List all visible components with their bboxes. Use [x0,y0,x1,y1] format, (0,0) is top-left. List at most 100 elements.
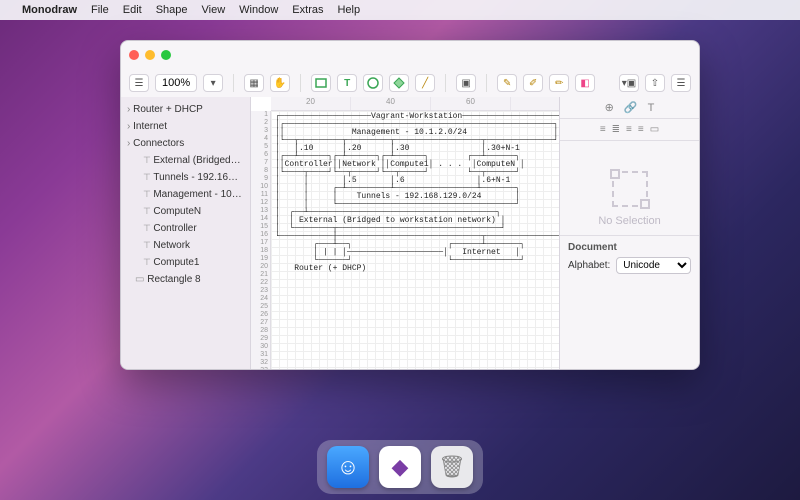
toolbar-separator [445,74,446,92]
toolbar: ☰ 100% ▾ ▦ ✋ T ╱ ▣ ✎ ✐ ✏ ◧ ▾▣ [121,69,699,97]
ruler-v-tick: 22 [251,279,270,287]
window-body: Router + DHCPInternetConnectorsExternal … [121,97,699,369]
sidebar-item[interactable]: Rectangle 8 [121,271,250,288]
zoom-level[interactable]: 100% [155,74,197,92]
ruler-horizontal: 20 40 60 [271,97,559,111]
sidebar-item[interactable]: Network [121,237,250,254]
select-tool[interactable]: ▦ [244,74,264,92]
sidebar-item[interactable]: ComputeN [121,203,250,220]
ruler-v-tick: 16 [251,231,270,239]
ruler-v-tick: 6 [251,151,270,159]
ruler-v-tick: 32 [251,359,270,367]
inspector-toggle-button[interactable]: ☰ [671,74,691,92]
zoom-stepper[interactable]: ▾ [203,74,223,92]
macos-dock: ☺ ◆ 🗑 [317,440,483,494]
ruler-v-tick: 26 [251,311,270,319]
menubar-help[interactable]: Help [337,4,360,16]
canvas-area: 20 40 60 1234567891011121314151617181920… [251,97,559,369]
sidebar-toggle-button[interactable]: ☰ [129,74,149,92]
ruler-v-tick: 19 [251,255,270,263]
ruler-v-tick: 7 [251,159,270,167]
sidebar-item[interactable]: Tunnels - 192.168.1… [121,169,250,186]
inspector-panel: ⊕ 🔗 T ≡ ≣ ≡ ≡ ▭ No Selection Document Al… [559,97,699,369]
shapes-list: Router + DHCPInternetConnectorsExternal … [121,97,250,292]
inspector-tab-geometry-icon[interactable]: ⊕ [605,101,614,114]
dock-monodraw-icon[interactable]: ◆ [379,446,421,488]
image-tool[interactable]: ▣ [456,74,476,92]
menubar-appname[interactable]: Monodraw [22,4,77,16]
ruler-v-tick: 21 [251,271,270,279]
ruler-v-tick: 5 [251,143,270,151]
toolbar-separator [233,74,234,92]
menubar-extras[interactable]: Extras [292,4,323,16]
minimize-window-button[interactable] [145,50,155,60]
inspector-document-section: Document Alphabet: Unicode [560,235,699,280]
ruler-v-tick: 20 [251,263,270,271]
ruler-v-tick: 18 [251,247,270,255]
ruler-h-tick: 20 [271,97,351,110]
alphabet-select[interactable]: Unicode [616,257,691,274]
inspector-align-tools: ≡ ≣ ≡ ≡ ▭ [560,119,699,141]
toolbar-separator [300,74,301,92]
traffic-lights [129,50,171,60]
pencil-tool[interactable]: ✎ [497,74,517,92]
pan-tool[interactable]: ✋ [270,74,290,92]
document-section-header: Document [568,242,691,253]
ruler-v-tick: 30 [251,343,270,351]
dock-finder-icon[interactable]: ☺ [327,446,369,488]
diamond-tool[interactable] [389,74,409,92]
ascii-canvas[interactable]: ┌───────────────────Vagrant-Workstation─… [271,111,559,369]
no-selection-label: No Selection [560,215,699,227]
ruler-v-tick: 28 [251,327,270,335]
ruler-h-tick: 60 [431,97,511,110]
ruler-v-tick: 24 [251,295,270,303]
sidebar-item[interactable]: External (Bridged to… [121,152,250,169]
text-tool[interactable]: T [337,74,357,92]
ruler-v-tick: 8 [251,167,270,175]
ruler-v-tick: 25 [251,303,270,311]
freehand-tool[interactable]: ✐ [523,74,543,92]
ruler-v-tick: 12 [251,199,270,207]
sidebar-item[interactable]: Router + DHCP [121,101,250,118]
rect-tool[interactable] [311,74,331,92]
ruler-v-tick: 14 [251,215,270,223]
align-left-icon[interactable]: ≡ [600,124,606,135]
close-window-button[interactable] [129,50,139,60]
distribute-icon[interactable]: ▭ [650,124,659,135]
ruler-v-tick: 13 [251,207,270,215]
ruler-v-tick: 10 [251,183,270,191]
line-tool[interactable]: ╱ [415,74,435,92]
sidebar-item[interactable]: Compute1 [121,254,250,271]
ruler-v-tick: 9 [251,175,270,183]
menubar-shape[interactable]: Shape [156,4,188,16]
ruler-v-tick: 3 [251,127,270,135]
align-top-icon[interactable]: ≡ [638,124,644,135]
ruler-v-tick: 4 [251,135,270,143]
inspector-tab-text-icon[interactable]: T [648,102,655,114]
eraser-tool[interactable]: ◧ [575,74,595,92]
window-titlebar[interactable] [121,41,699,69]
dock-trash-icon[interactable]: 🗑 [431,446,473,488]
align-right-icon[interactable]: ≡ [626,124,632,135]
shapes-sidebar: Router + DHCPInternetConnectorsExternal … [121,97,251,369]
menubar-edit[interactable]: Edit [123,4,142,16]
sidebar-item[interactable]: Internet [121,118,250,135]
align-center-icon[interactable]: ≣ [612,124,620,135]
export-button[interactable]: ⇧ [645,74,665,92]
menubar-view[interactable]: View [202,4,226,16]
macos-menubar: Monodraw File Edit Shape View Window Ext… [0,0,800,20]
zoom-window-button[interactable] [161,50,171,60]
sidebar-item[interactable]: Controller [121,220,250,237]
menubar-file[interactable]: File [91,4,109,16]
sidebar-item[interactable]: Management - 10.1… [121,186,250,203]
menubar-window[interactable]: Window [239,4,278,16]
ruler-v-tick: 27 [251,319,270,327]
inspector-tab-link-icon[interactable]: 🔗 [624,101,638,114]
ellipse-tool[interactable] [363,74,383,92]
brush-tool[interactable]: ✏ [549,74,569,92]
ruler-v-tick: 17 [251,239,270,247]
toolbar-separator [486,74,487,92]
ruler-v-tick: 23 [251,287,270,295]
sidebar-item[interactable]: Connectors [121,135,250,152]
snapshot-button[interactable]: ▾▣ [619,74,639,92]
